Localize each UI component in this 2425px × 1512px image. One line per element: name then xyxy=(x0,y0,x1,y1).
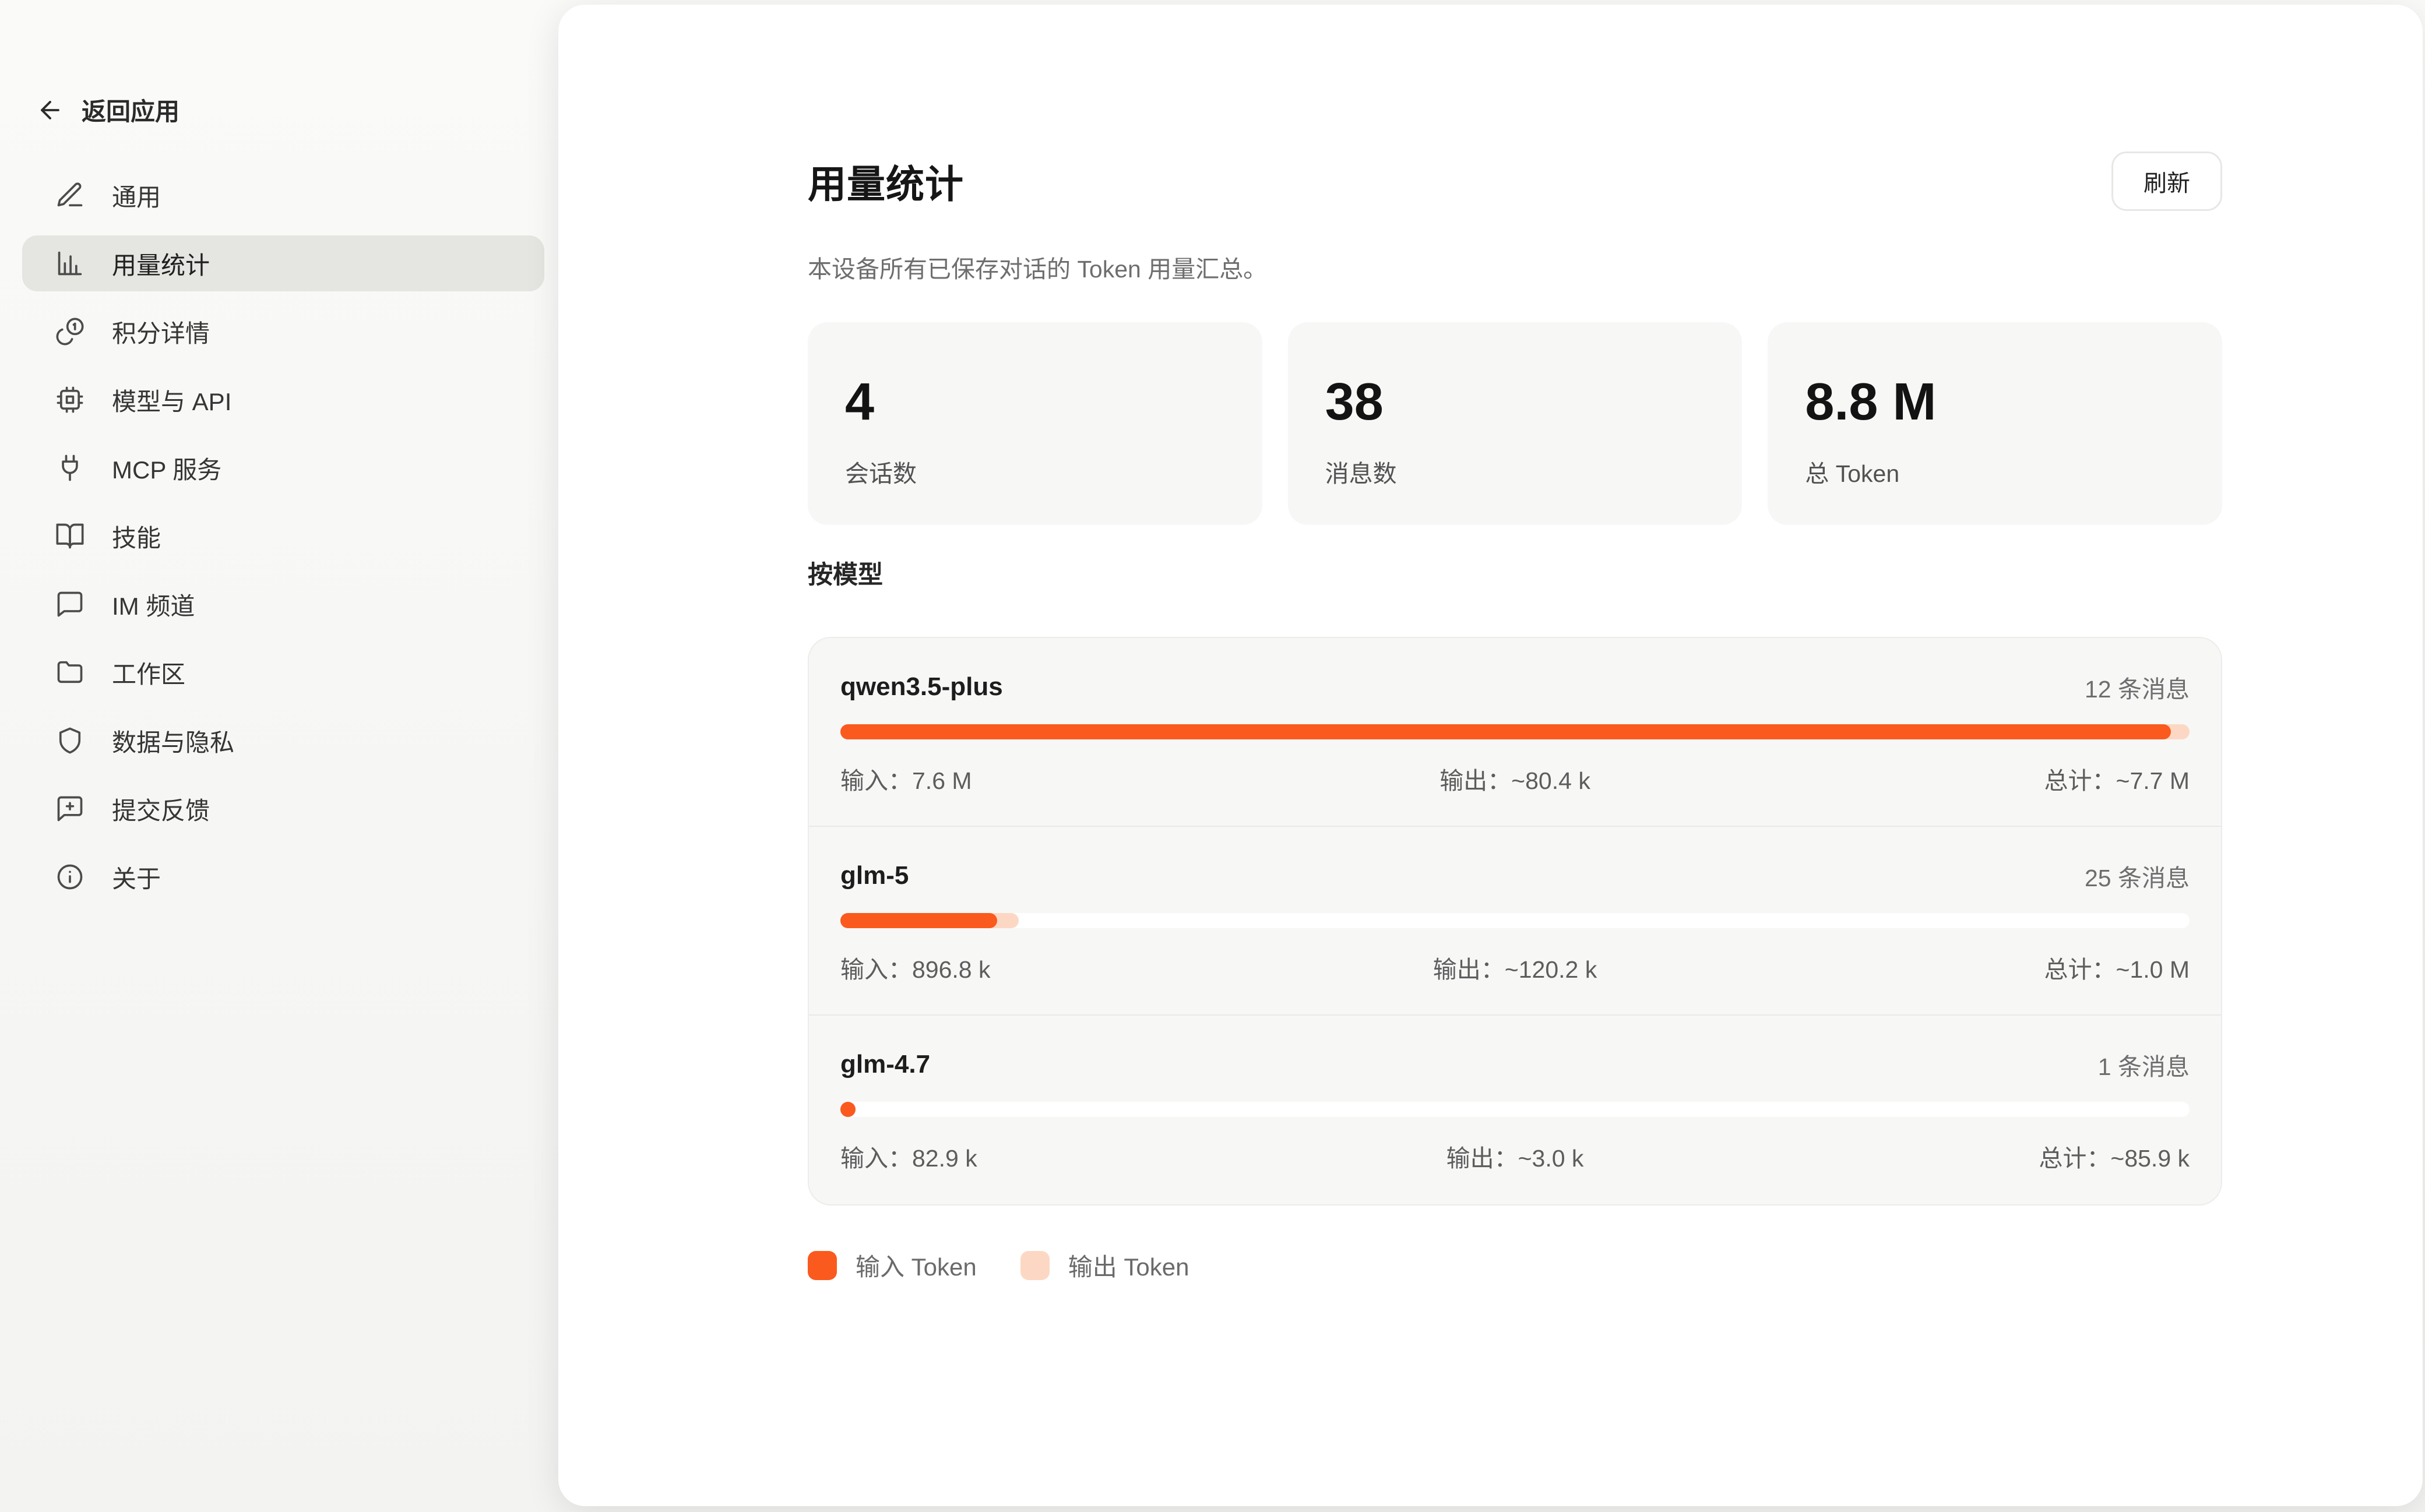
sidebar-nav: 通用 用量统计 积分详情 模型与 API MCP 服务 技能 IM 频道 工作区… xyxy=(22,167,544,905)
page-title: 用量统计 xyxy=(808,153,964,209)
model-row: qwen3.5-plus 12 条消息 输入：7.6 M 输出：~80.4 k … xyxy=(809,638,2221,827)
legend-item-input: 输入 Token xyxy=(808,1247,977,1283)
arrow-left-icon xyxy=(36,96,64,124)
messages-count: 38 xyxy=(1325,372,1384,432)
sidebar-item-9[interactable]: 提交反馈 xyxy=(22,781,544,837)
back-to-app-button[interactable]: 返回应用 xyxy=(36,92,180,128)
refresh-button[interactable]: 刷新 xyxy=(2111,151,2222,211)
model-message-count: 1 条消息 xyxy=(2098,1047,2190,1082)
model-row: glm-4.7 1 条消息 输入：82.9 k 输出：~3.0 k 总计：~85… xyxy=(809,1016,2221,1204)
model-message-count: 12 条消息 xyxy=(2085,669,2190,704)
messages-label: 消息数 xyxy=(1325,454,1397,489)
stat-card-sessions: 4 会话数 xyxy=(808,322,1262,525)
shield-icon xyxy=(55,725,85,756)
sidebar-item-3[interactable]: 模型与 API xyxy=(22,372,544,428)
sidebar-item-label: 模型与 API xyxy=(112,382,231,418)
model-output-stat: 输出：~3.0 k xyxy=(1290,1142,1740,1175)
chat-bubble-icon xyxy=(55,589,85,619)
legend-item-output: 输出 Token xyxy=(1020,1247,1189,1283)
sidebar-item-label: 关于 xyxy=(112,859,161,895)
sidebar-item-8[interactable]: 数据与隐私 xyxy=(22,713,544,769)
sidebar-item-5[interactable]: 技能 xyxy=(22,508,544,564)
token-usage-bar xyxy=(840,913,2190,928)
sidebar-item-label: 数据与隐私 xyxy=(112,723,234,759)
input-token-swatch xyxy=(808,1251,837,1280)
input-token-label: 输入 Token xyxy=(856,1247,977,1283)
sidebar-item-label: 提交反馈 xyxy=(112,791,210,827)
model-output-stat: 输出：~80.4 k xyxy=(1290,764,1740,797)
model-input-stat: 输入：7.6 M xyxy=(840,764,1290,797)
input-token-segment xyxy=(840,913,997,928)
input-token-segment xyxy=(840,724,2171,739)
sessions-label: 会话数 xyxy=(845,454,917,489)
total-tokens-count: 8.8 M xyxy=(1805,372,1936,432)
sidebar-item-label: 工作区 xyxy=(112,655,185,690)
model-input-stat: 输入：896.8 k xyxy=(840,953,1290,986)
settings-sidebar: 返回应用 通用 用量统计 积分详情 模型与 API MCP 服务 技能 IM 频… xyxy=(0,0,558,1512)
by-model-heading: 按模型 xyxy=(808,558,2222,593)
sidebar-item-label: 通用 xyxy=(112,178,161,213)
sidebar-item-label: 用量统计 xyxy=(112,246,210,281)
sidebar-item-2[interactable]: 积分详情 xyxy=(22,304,544,360)
stat-card-total-tokens: 8.8 M 总 Token xyxy=(1768,322,2222,525)
input-token-segment xyxy=(840,1102,856,1117)
model-total-stat: 总计：~7.7 M xyxy=(1740,764,2190,797)
models-usage-panel: qwen3.5-plus 12 条消息 输入：7.6 M 输出：~80.4 k … xyxy=(808,637,2222,1206)
token-legend: 输入 Token 输出 Token xyxy=(808,1247,2222,1283)
coins-icon xyxy=(55,316,85,347)
output-token-swatch xyxy=(1020,1251,1050,1280)
model-output-stat: 输出：~120.2 k xyxy=(1290,953,1740,986)
output-token-label: 输出 Token xyxy=(1068,1247,1189,1283)
feedback-plus-icon xyxy=(55,794,85,824)
info-icon xyxy=(55,862,85,892)
model-name: qwen3.5-plus xyxy=(840,672,1003,702)
plug-icon xyxy=(55,453,85,483)
model-message-count: 25 条消息 xyxy=(2085,858,2190,893)
model-total-stat: 总计：~85.9 k xyxy=(1740,1142,2190,1175)
token-usage-bar xyxy=(840,1102,2190,1117)
model-row: glm-5 25 条消息 输入：896.8 k 输出：~120.2 k 总计：~… xyxy=(809,827,2221,1016)
cpu-icon xyxy=(55,385,85,415)
stats-cards: 4 会话数 38 消息数 8.8 M 总 Token xyxy=(808,322,2222,525)
main-panel: 用量统计 刷新 本设备所有已保存对话的 Token 用量汇总。 4 会话数 38… xyxy=(558,5,2423,1506)
bar-chart-icon xyxy=(55,248,85,279)
usage-stats-page: 用量统计 刷新 本设备所有已保存对话的 Token 用量汇总。 4 会话数 38… xyxy=(808,5,2222,1283)
sidebar-item-label: IM 频道 xyxy=(112,587,195,622)
pencil-icon xyxy=(55,180,85,210)
model-total-stat: 总计：~1.0 M xyxy=(1740,953,2190,986)
sessions-count: 4 xyxy=(845,372,874,432)
sidebar-item-7[interactable]: 工作区 xyxy=(22,644,544,700)
page-subtitle: 本设备所有已保存对话的 Token 用量汇总。 xyxy=(808,253,2222,286)
total-tokens-label: 总 Token xyxy=(1805,454,1899,489)
sidebar-item-10[interactable]: 关于 xyxy=(22,849,544,905)
book-open-icon xyxy=(55,521,85,551)
model-input-stat: 输入：82.9 k xyxy=(840,1142,1290,1175)
page-header: 用量统计 刷新 xyxy=(808,151,2222,211)
app-window: { "sidebar": { "back_label": "返回应用", "it… xyxy=(0,0,2425,1512)
sidebar-item-1[interactable]: 用量统计 xyxy=(22,235,544,291)
folder-icon xyxy=(55,657,85,688)
sidebar-item-0[interactable]: 通用 xyxy=(22,167,544,223)
model-name: glm-4.7 xyxy=(840,1050,930,1079)
back-to-app-label: 返回应用 xyxy=(82,92,180,128)
sidebar-item-label: 积分详情 xyxy=(112,314,210,350)
sidebar-item-4[interactable]: MCP 服务 xyxy=(22,440,544,496)
token-usage-bar xyxy=(840,724,2190,739)
model-name: glm-5 xyxy=(840,861,909,890)
sidebar-item-label: 技能 xyxy=(112,519,161,554)
sidebar-item-label: MCP 服务 xyxy=(112,450,221,486)
stat-card-messages: 38 消息数 xyxy=(1288,322,1743,525)
sidebar-item-6[interactable]: IM 频道 xyxy=(22,576,544,632)
